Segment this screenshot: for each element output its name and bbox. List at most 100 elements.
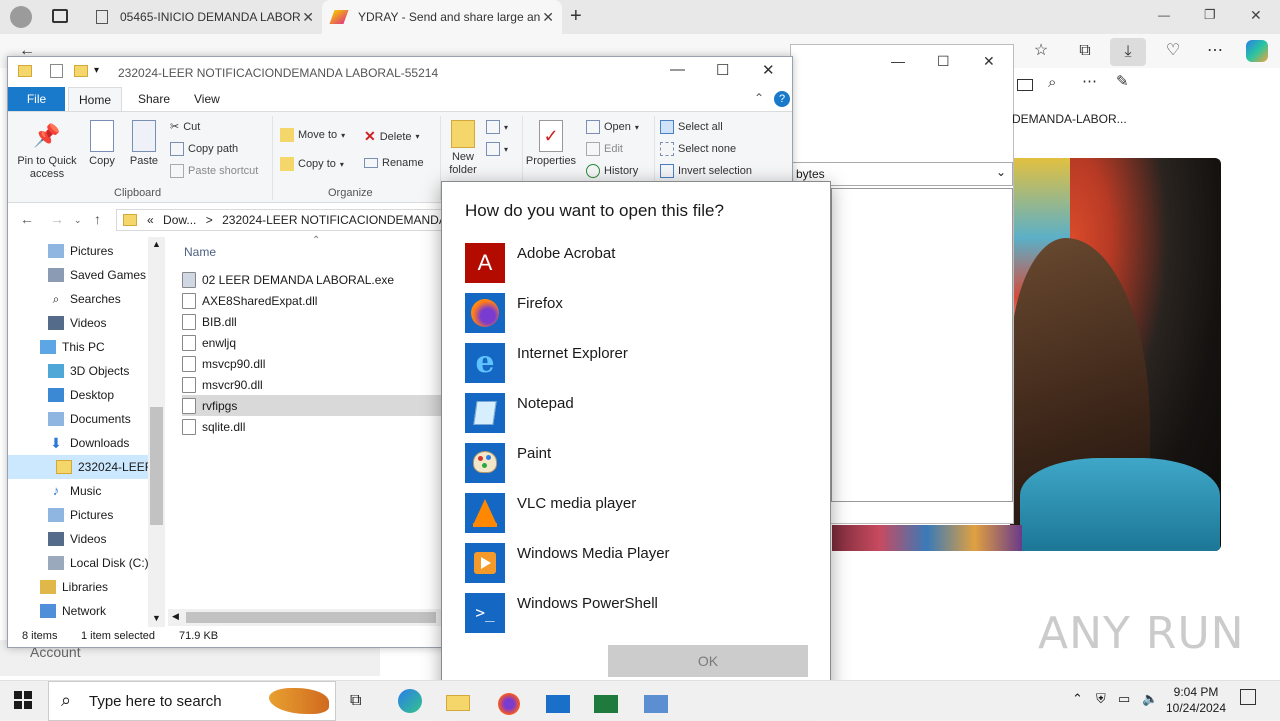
scrollbar-thumb[interactable] bbox=[150, 407, 163, 525]
scroll-up-icon[interactable]: ▲ bbox=[152, 239, 161, 249]
column-header-name[interactable]: Name bbox=[184, 245, 216, 259]
clock[interactable]: 9:04 PM 10/24/2024 bbox=[1164, 684, 1228, 716]
pin-quick-access-button[interactable]: 📌 Pin to Quick access bbox=[14, 120, 80, 181]
cut-button[interactable]: ✂ Cut bbox=[170, 120, 200, 134]
app-option-vlc[interactable]: VLC media player bbox=[465, 493, 805, 535]
tab-ydray[interactable]: YDRAY - Send and share large an ✕ bbox=[322, 0, 562, 34]
excel-icon[interactable] bbox=[594, 695, 618, 713]
horizontal-scrollbar[interactable]: ◀ bbox=[168, 609, 448, 626]
task-view-icon[interactable]: ⧉ bbox=[350, 689, 374, 713]
maximize-icon[interactable]: ☐ bbox=[937, 53, 950, 70]
performance-icon[interactable]: ♡ bbox=[1162, 40, 1184, 62]
profile-avatar[interactable] bbox=[10, 6, 32, 28]
tab-share[interactable]: Share bbox=[128, 87, 180, 111]
delete-button[interactable]: ✕ Delete ▾ bbox=[364, 128, 420, 145]
tab-file[interactable]: File bbox=[8, 87, 65, 111]
navigation-scrollbar[interactable]: ▲ ▼ bbox=[148, 237, 165, 627]
move-to-button[interactable]: Move to ▾ bbox=[280, 128, 345, 142]
ydray-text-area[interactable] bbox=[831, 188, 1013, 502]
rename-button[interactable]: Rename bbox=[364, 157, 424, 169]
notifications-icon[interactable] bbox=[1240, 689, 1256, 705]
breadcrumb-overflow[interactable]: « bbox=[147, 213, 154, 227]
search-icon[interactable]: ⌕ bbox=[1048, 74, 1056, 91]
tree-item-232024-leer[interactable]: 232024-LEER bbox=[8, 455, 153, 479]
tree-item-3d-objects[interactable]: 3D Objects bbox=[8, 359, 148, 383]
app-option-internet-explorer[interactable]: e Internet Explorer bbox=[465, 343, 805, 385]
volume-icon[interactable]: 🔈 bbox=[1142, 691, 1158, 707]
tree-item-network[interactable]: Network bbox=[8, 599, 148, 623]
tree-item-local-disk[interactable]: Local Disk (C:) bbox=[8, 551, 149, 575]
tab-actions-icon[interactable] bbox=[52, 9, 68, 23]
taskbar-search-box[interactable]: ⌕ Type here to search bbox=[48, 681, 336, 721]
minimize-icon[interactable]: — bbox=[891, 53, 905, 69]
tree-item-pictures[interactable]: Pictures bbox=[8, 239, 148, 263]
copy-path-button[interactable]: Copy path bbox=[170, 142, 238, 156]
app-option-windows-media-player[interactable]: Windows Media Player bbox=[465, 543, 805, 585]
more-icon[interactable]: ⋯ bbox=[1082, 72, 1097, 90]
tree-item-downloads[interactable]: ⬇ Downloads bbox=[8, 431, 148, 455]
scroll-left-icon[interactable]: ◀ bbox=[172, 611, 179, 622]
forward-icon[interactable]: → bbox=[50, 211, 64, 227]
history-button[interactable]: History bbox=[586, 164, 638, 178]
paste-button[interactable]: Paste bbox=[126, 120, 162, 168]
firefox-taskbar-icon[interactable] bbox=[498, 693, 520, 715]
pin-icon[interactable]: ✎ bbox=[1116, 72, 1129, 90]
tree-item-videos[interactable]: Videos bbox=[8, 311, 148, 335]
recent-locations-icon[interactable]: ⌄ bbox=[74, 215, 82, 226]
tree-item-desktop[interactable]: Desktop bbox=[8, 383, 148, 407]
back-icon[interactable]: ← bbox=[20, 211, 34, 227]
file-explorer-icon[interactable] bbox=[446, 695, 470, 711]
new-tab-button[interactable]: + bbox=[570, 5, 582, 28]
show-hidden-icons-icon[interactable]: ⌃ bbox=[1072, 691, 1083, 707]
tree-item-searches[interactable]: ⌕ Searches bbox=[8, 287, 148, 311]
breadcrumb-current[interactable]: 232024-LEER NOTIFICACIONDEMANDA LAB bbox=[222, 213, 472, 227]
app-option-paint[interactable]: Paint bbox=[465, 443, 805, 485]
app-option-windows-powershell[interactable]: >_ Windows PowerShell bbox=[465, 593, 805, 635]
collections-icon[interactable]: ⧉ bbox=[1074, 40, 1096, 62]
close-tab-icon[interactable]: ✕ bbox=[542, 9, 554, 26]
close-icon[interactable]: ✕ bbox=[1250, 7, 1262, 24]
scroll-down-icon[interactable]: ▼ bbox=[152, 613, 161, 623]
quick-access-dropdown-icon[interactable]: ▾ bbox=[94, 65, 99, 76]
breadcrumb-parent[interactable]: Dow... bbox=[163, 213, 196, 227]
outlook-icon[interactable] bbox=[546, 695, 570, 713]
edit-button[interactable]: Edit bbox=[586, 142, 623, 156]
paste-shortcut-button[interactable]: Paste shortcut bbox=[170, 164, 258, 178]
up-icon[interactable]: ↑ bbox=[94, 211, 101, 227]
minimize-icon[interactable]: — bbox=[670, 61, 685, 78]
maximize-icon[interactable]: ☐ bbox=[716, 61, 729, 79]
invert-selection-button[interactable]: Invert selection bbox=[660, 164, 752, 178]
copy-button[interactable]: Copy bbox=[84, 120, 120, 168]
help-icon[interactable]: ? bbox=[774, 91, 790, 107]
close-tab-icon[interactable]: ✕ bbox=[302, 9, 314, 26]
copy-to-button[interactable]: Copy to ▾ bbox=[280, 157, 344, 171]
open-button[interactable]: Open ▾ bbox=[586, 120, 639, 134]
select-all-button[interactable]: Select all bbox=[660, 120, 723, 134]
edge-icon[interactable] bbox=[398, 689, 422, 713]
folder-icon[interactable] bbox=[1017, 79, 1033, 91]
scrollbar-thumb[interactable] bbox=[186, 612, 436, 623]
ok-button[interactable]: OK bbox=[608, 645, 808, 677]
collapse-ribbon-icon[interactable]: ⌃ bbox=[754, 91, 764, 105]
close-icon[interactable]: ✕ bbox=[762, 61, 775, 79]
tree-item-music[interactable]: ♪ Music bbox=[8, 479, 148, 503]
tree-item-this-pc[interactable]: This PC bbox=[8, 335, 148, 359]
more-icon[interactable]: ⋯ bbox=[1204, 40, 1226, 62]
properties-button[interactable]: ✓ Properties bbox=[524, 120, 578, 168]
start-icon[interactable] bbox=[14, 691, 32, 709]
favorites-icon[interactable]: ☆ bbox=[1030, 40, 1052, 62]
restore-icon[interactable]: ❐ bbox=[1204, 7, 1216, 23]
tree-item-pictures-pc[interactable]: Pictures bbox=[8, 503, 148, 527]
security-icon[interactable]: ⛨ bbox=[1096, 691, 1106, 707]
tree-item-videos-pc[interactable]: Videos bbox=[8, 527, 148, 551]
minimize-icon[interactable]: — bbox=[1158, 8, 1170, 22]
properties-quick-icon[interactable] bbox=[50, 64, 63, 78]
app-taskbar-icon[interactable] bbox=[644, 695, 668, 713]
app-option-firefox[interactable]: Firefox bbox=[465, 293, 805, 335]
new-item-button[interactable]: ▾ bbox=[486, 120, 508, 134]
tree-item-saved-games[interactable]: Saved Games bbox=[8, 263, 148, 287]
tree-item-libraries[interactable]: Libraries bbox=[8, 575, 148, 599]
tab-view[interactable]: View bbox=[184, 87, 230, 111]
downloads-icon[interactable]: ⤓ bbox=[1110, 38, 1146, 66]
app-option-adobe-acrobat[interactable]: A Adobe Acrobat bbox=[465, 243, 805, 285]
